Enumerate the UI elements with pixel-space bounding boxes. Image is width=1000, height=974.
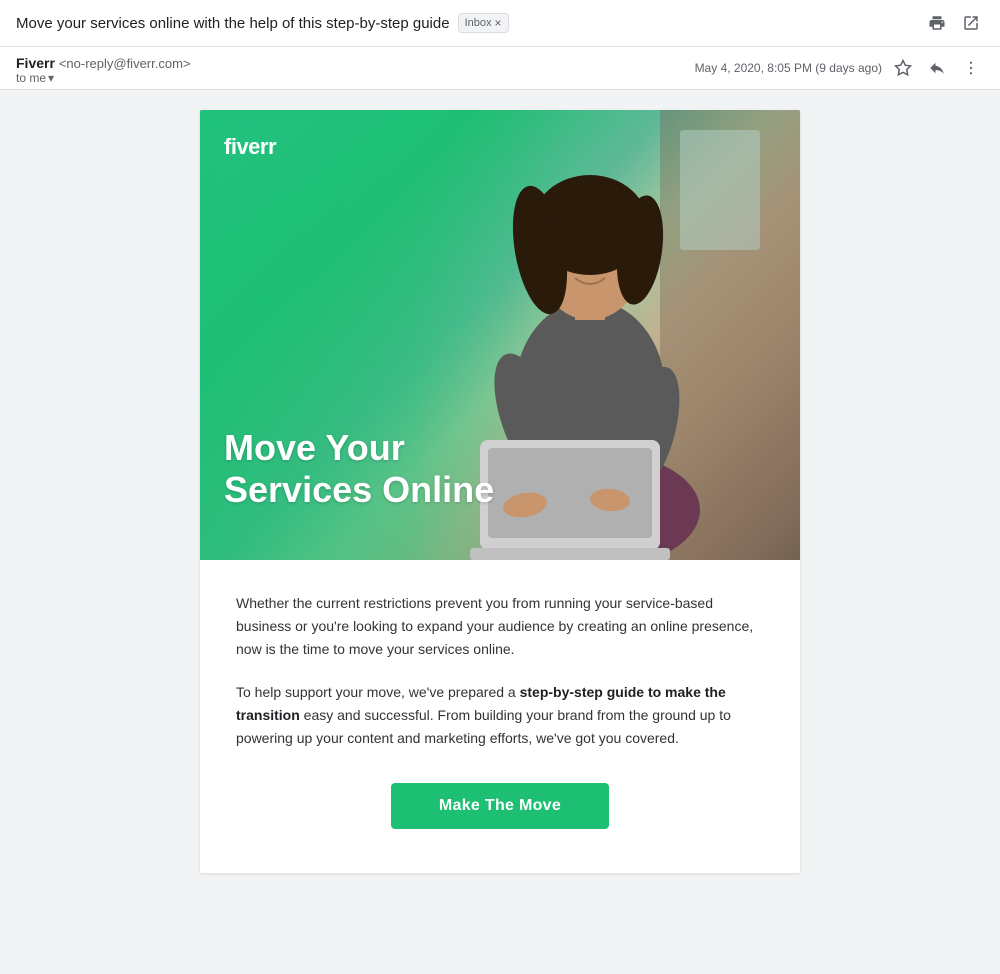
hero-title-line2: Services Online [224,469,494,510]
to-me-chevron [48,71,54,85]
make-the-move-button[interactable]: Make The Move [391,783,609,829]
to-me[interactable]: to me [16,71,191,85]
hero-title-line1: Move Your [224,427,494,468]
content-section: Whether the current restrictions prevent… [200,560,800,873]
more-button[interactable] [958,55,984,81]
open-external-button[interactable] [958,10,984,36]
reply-button[interactable] [924,55,950,81]
header-actions [924,10,984,36]
cta-wrapper: Make The Move [236,783,764,837]
inbox-badge: Inbox × [458,13,509,33]
body-text-2-suffix: easy and successful. From building your … [236,707,731,746]
sender-name-row: Fiverr <no-reply@fiverr.com> [16,55,191,71]
email-body-area: fiverr Move Your Services Online Whether… [0,90,1000,893]
inbox-badge-close[interactable]: × [494,16,501,30]
hero-section: fiverr Move Your Services Online [200,110,800,560]
subject-area: Move your services online with the help … [16,13,924,33]
inbox-badge-label: Inbox [465,17,492,29]
body-paragraph-1: Whether the current restrictions prevent… [236,592,764,661]
sender-email: <no-reply@fiverr.com> [59,56,191,71]
body-text-2-prefix: To help support your move, we've prepare… [236,684,520,700]
fiverr-logo: fiverr [224,134,276,160]
hero-title: Move Your Services Online [224,427,494,510]
sender-info: Fiverr <no-reply@fiverr.com> to me [16,55,191,85]
email-subject: Move your services online with the help … [16,15,450,32]
print-button[interactable] [924,10,950,36]
meta-right: May 4, 2020, 8:05 PM (9 days ago) [695,55,984,81]
email-meta-row: Fiverr <no-reply@fiverr.com> to me May 4… [0,47,1000,90]
body-paragraph-2: To help support your move, we've prepare… [236,681,764,750]
star-button[interactable] [890,55,916,81]
email-header-bar: Move your services online with the help … [0,0,1000,47]
body-text-1: Whether the current restrictions prevent… [236,595,753,657]
email-card: fiverr Move Your Services Online Whether… [200,110,800,873]
email-date: May 4, 2020, 8:05 PM (9 days ago) [695,61,882,75]
sender-name: Fiverr [16,55,55,71]
